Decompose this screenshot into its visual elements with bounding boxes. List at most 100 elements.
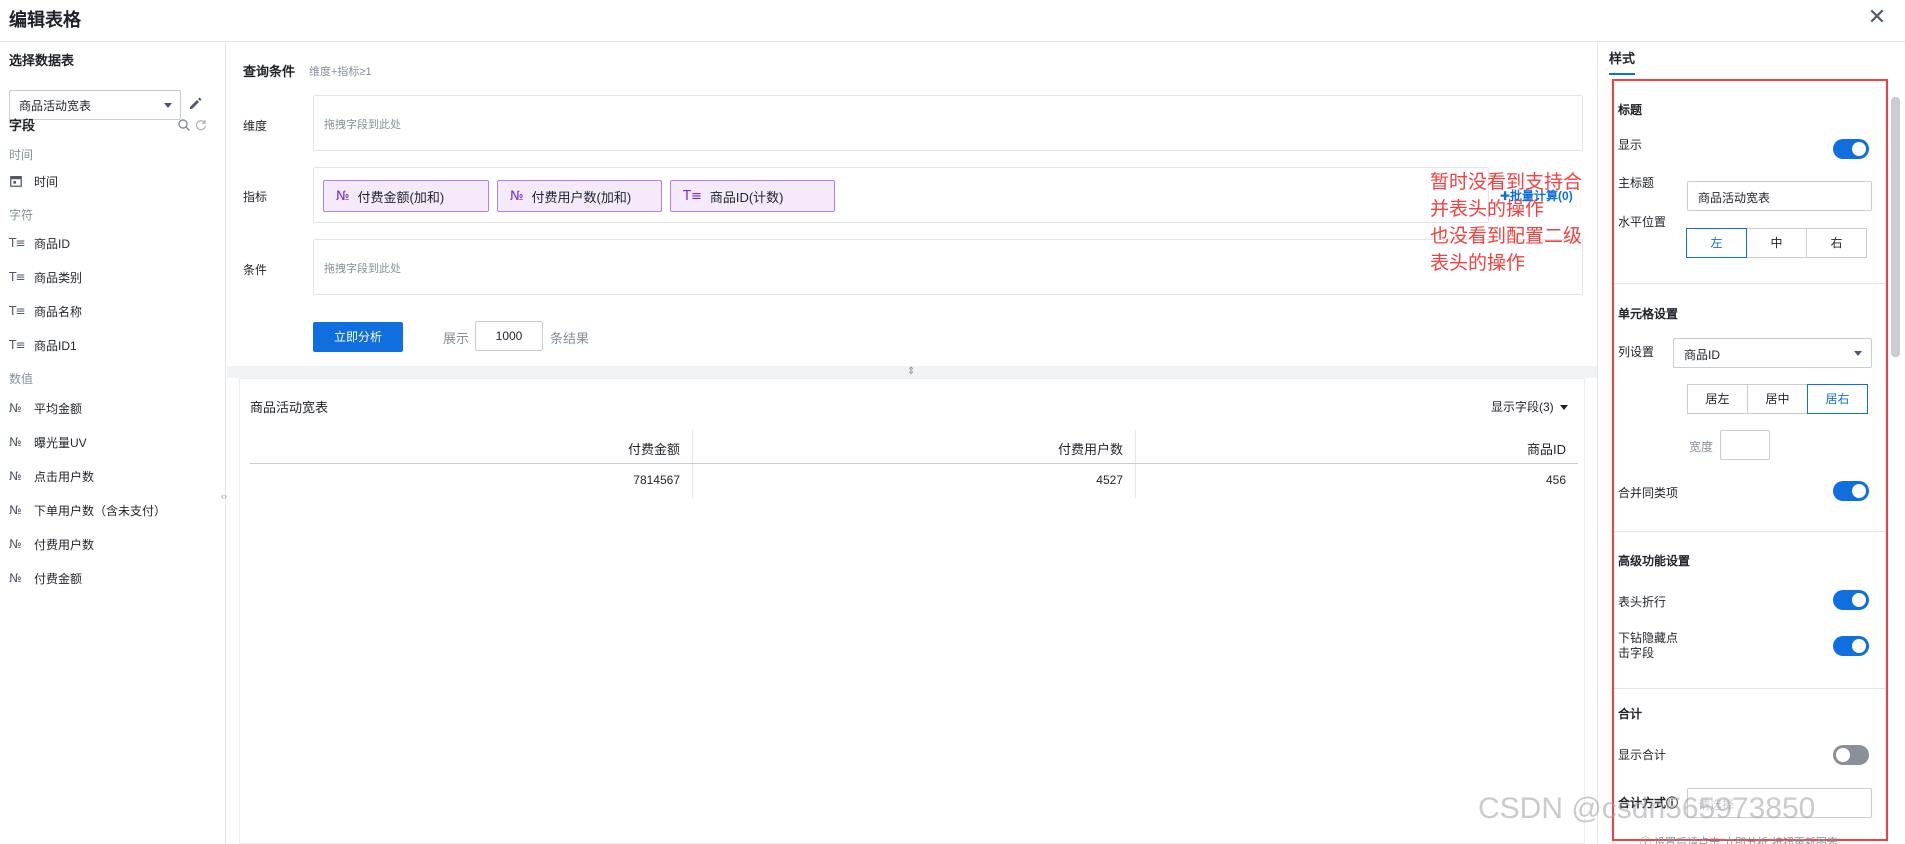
dimension-dropzone[interactable]: 拖拽字段到此处 [313, 95, 1583, 151]
field-item[interactable]: № 点击用户数 [9, 466, 94, 486]
drill-hide-toggle[interactable] [1833, 636, 1869, 656]
field-item[interactable]: 时间 [9, 171, 58, 191]
style-panel-scrollbar[interactable] [1888, 83, 1903, 844]
toggle-knob [1852, 593, 1866, 607]
field-item[interactable]: T≡ 商品类别 [9, 267, 82, 287]
drag-handle-icon[interactable]: ⇕ [907, 366, 915, 377]
caret-down-icon [1559, 405, 1568, 411]
show-count-unit: 条结果 [550, 331, 590, 346]
table-cell: 7814567 [250, 464, 693, 498]
show-total-toggle[interactable] [1833, 745, 1869, 765]
calendar-icon [10, 176, 22, 187]
align-center-option[interactable]: 中 [1746, 228, 1807, 258]
text-type-icon: T≡ [683, 188, 702, 204]
edit-pencil-icon[interactable] [187, 95, 203, 111]
metric-chip[interactable]: № 付费用户数(加和) [497, 180, 662, 212]
column-width-input[interactable] [1720, 430, 1770, 460]
main-title-input[interactable]: 商品活动宽表 [1687, 181, 1872, 211]
update-hint: ⓘ 设置后请点击"立即分析"按钮更新图表 [1640, 837, 1838, 844]
metric-chip-label: 付费用户数(加和) [531, 189, 632, 205]
table-select-value: 商品活动宽表 [19, 99, 92, 113]
show-title-toggle[interactable] [1833, 139, 1869, 159]
tab-style[interactable]: 样式 [1609, 48, 1636, 75]
total-section-heading: 合计 [1618, 707, 1643, 721]
search-icon[interactable] [177, 118, 191, 132]
field-item[interactable]: T≡ 商品ID1 [9, 335, 77, 355]
chevron-down-icon [1854, 351, 1862, 356]
column-select[interactable]: 商品ID [1673, 338, 1872, 368]
field-label: 商品ID1 [34, 338, 77, 353]
text-type-icon: T≡ [9, 270, 25, 284]
close-icon[interactable]: ✕ [1863, 3, 1891, 31]
condition-placeholder: 拖拽字段到此处 [324, 263, 401, 275]
align-left-option[interactable]: 左 [1686, 228, 1747, 258]
show-fields-label: 显示字段(3) [1491, 400, 1554, 414]
metric-chip[interactable]: № 付费金额(加和) [323, 180, 489, 212]
cell-align-segmented: 居左 居中 居右 [1687, 384, 1868, 414]
run-analysis-button[interactable]: 立即分析 [313, 322, 403, 352]
main-title-label: 主标题 [1618, 176, 1655, 190]
condition-label: 条件 [243, 263, 268, 277]
column-header[interactable]: 付费用户数 [693, 430, 1136, 463]
toggle-knob [1852, 142, 1866, 156]
table-header-row: 付费金额 付费用户数 商品ID [250, 430, 1578, 464]
header-wrap-toggle[interactable] [1833, 590, 1869, 610]
field-item[interactable]: T≡ 商品名称 [9, 301, 82, 321]
drill-hide-label-line2: 击字段 [1618, 646, 1655, 660]
field-item[interactable]: T≡ 商品ID [9, 233, 70, 253]
annotation-line-1: 暂时没看到支持合并表头的操作 [1430, 172, 1583, 220]
query-title: 查询条件 [243, 64, 296, 79]
advanced-section-heading: 高级功能设置 [1618, 554, 1691, 568]
metric-chip[interactable]: T≡ 商品ID(计数) [670, 180, 835, 212]
title-align-segmented: 左 中 右 [1686, 228, 1867, 258]
refresh-icon[interactable] [194, 118, 208, 132]
field-label: 时间 [34, 174, 59, 189]
table-cell: 456 [1545, 473, 1566, 487]
align-right-option[interactable]: 右 [1806, 228, 1867, 258]
metric-label: 指标 [243, 190, 268, 204]
field-item[interactable]: № 平均金额 [9, 398, 82, 418]
merge-label: 合并同类项 [1618, 486, 1679, 500]
number-type-icon: № [9, 537, 21, 551]
edit-table-dialog: 编辑表格 ✕ 选择数据表 商品活动宽表 字段 时间 时间 字符 T≡ 商品ID … [0, 0, 1905, 844]
metric-dropzone[interactable]: № 付费金额(加和) № 付费用户数(加和) T≡ 商品ID(计数) [313, 167, 1489, 223]
field-item[interactable]: № 付费用户数 [9, 534, 94, 554]
dimension-label: 维度 [243, 119, 268, 133]
cell-align-left-option[interactable]: 居左 [1687, 384, 1748, 414]
scrollbar-thumb[interactable] [1891, 97, 1900, 357]
dialog-header: 编辑表格 ✕ [0, 0, 1905, 42]
condition-dropzone[interactable]: 拖拽字段到此处 [313, 239, 1583, 295]
panel-splitter[interactable]: ⇕ [227, 366, 1597, 378]
column-header[interactable]: 付费金额 [250, 430, 693, 463]
text-type-icon: T≡ [9, 338, 25, 352]
field-item[interactable]: № 曝光量UV [9, 432, 87, 452]
table-row: 7814567 4527 456 [250, 464, 1578, 498]
align-label: 水平位置 [1618, 215, 1667, 229]
text-type-icon: T≡ [9, 304, 25, 318]
show-title-label: 显示 [1618, 138, 1643, 152]
field-item[interactable]: № 下单用户数（含未支付） [9, 500, 166, 520]
field-label: 商品ID [34, 236, 71, 251]
result-title: 商品活动宽表 [250, 400, 329, 415]
show-count-label: 展示 [443, 331, 470, 346]
field-label: 下单用户数（含未支付） [34, 503, 167, 518]
text-type-icon: T≡ [9, 236, 25, 250]
field-label: 商品类别 [34, 270, 83, 285]
number-type-icon: № [510, 188, 524, 204]
select-table-title: 选择数据表 [9, 53, 75, 68]
divider [1614, 283, 1886, 284]
field-label: 商品名称 [34, 304, 83, 319]
header-wrap-label: 表头折行 [1618, 595, 1667, 609]
field-label: 平均金额 [34, 401, 83, 416]
cell-align-center-option[interactable]: 居中 [1747, 384, 1808, 414]
show-count-input[interactable]: 1000 [475, 321, 543, 351]
cell-align-right-option[interactable]: 居右 [1807, 384, 1868, 414]
column-header[interactable]: 商品ID [1136, 430, 1578, 463]
field-label: 点击用户数 [34, 469, 95, 484]
number-type-icon: № [9, 435, 21, 449]
show-fields-dropdown[interactable]: 显示字段(3) [1491, 398, 1568, 415]
cell-section-heading: 单元格设置 [1618, 307, 1679, 321]
merge-same-toggle[interactable] [1833, 481, 1869, 501]
toggle-knob [1852, 639, 1866, 653]
field-item[interactable]: № 付费金额 [9, 568, 82, 588]
